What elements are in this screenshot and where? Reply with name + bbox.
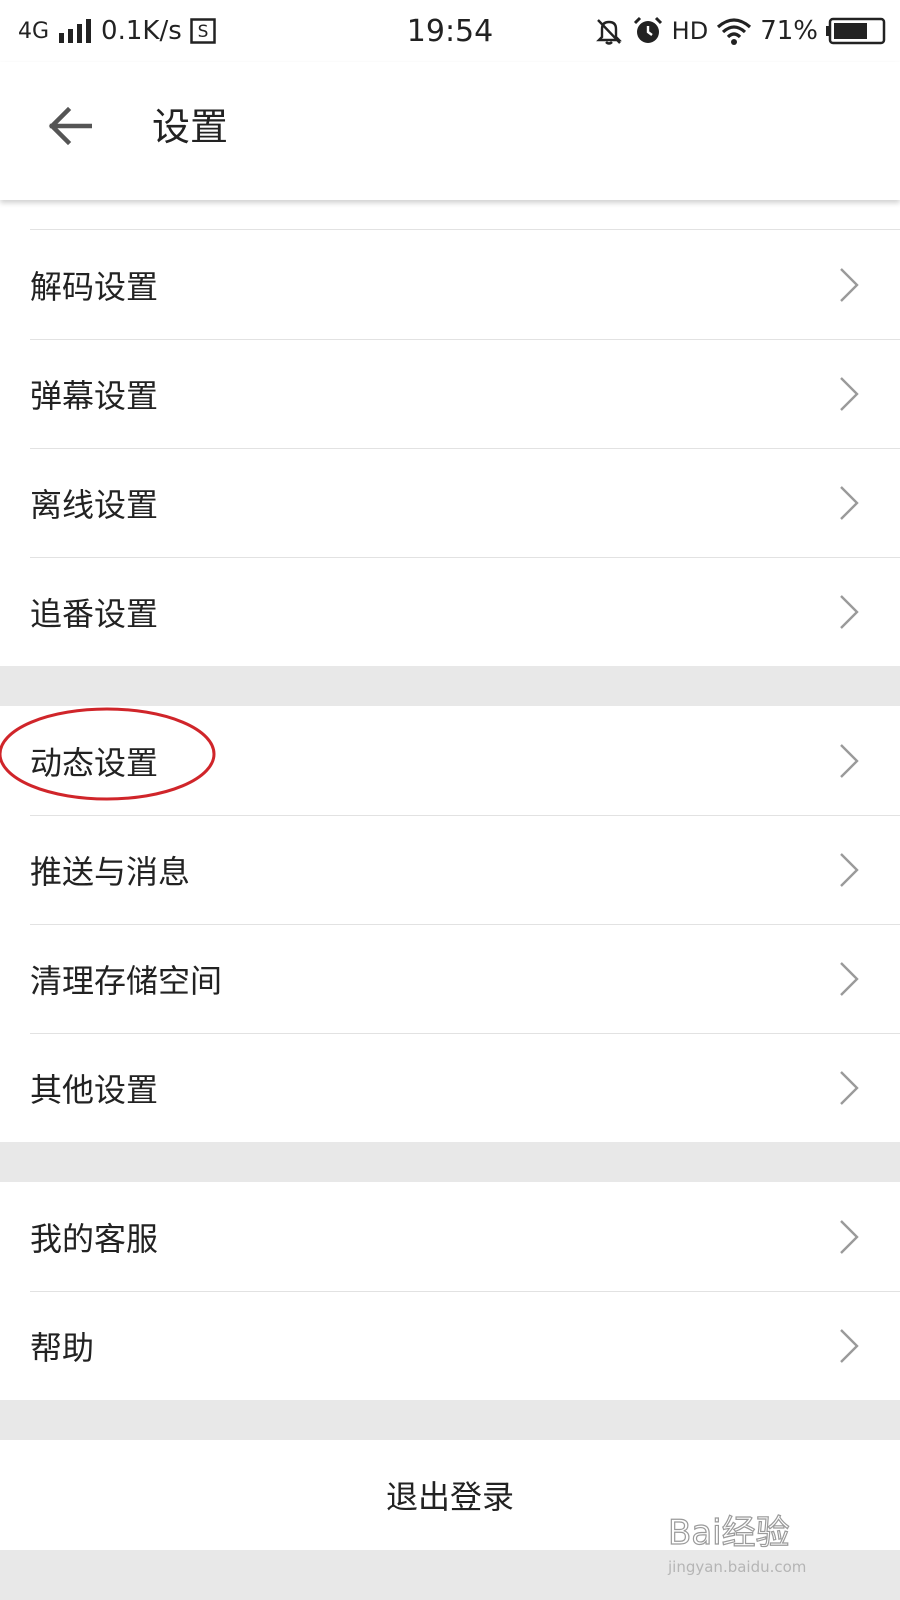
wifi-icon xyxy=(716,17,752,45)
chevron-right-icon xyxy=(840,485,859,520)
chevron-right-icon xyxy=(840,852,859,887)
chevron-right-icon xyxy=(840,743,859,778)
settings-group-2: 动态设置 推送与消息 清理存储空间 其他设置 xyxy=(0,706,900,1142)
settings-group-1: 解码设置 弹幕设置 离线设置 追番设置 xyxy=(0,200,900,666)
network-type: 4G xyxy=(18,18,50,44)
arrow-left-icon xyxy=(48,106,92,146)
settings-group-3: 我的客服 帮助 xyxy=(0,1182,900,1400)
setting-follow-anime[interactable]: 追番设置 xyxy=(0,557,900,666)
app-badge-letter: S xyxy=(197,22,208,42)
setting-offline[interactable]: 离线设置 xyxy=(0,448,900,557)
setting-decode[interactable]: 解码设置 xyxy=(0,230,900,339)
page-title: 设置 xyxy=(152,105,229,149)
logout-label: 退出登录 xyxy=(385,1478,514,1516)
bell-off-icon xyxy=(594,16,624,46)
setting-label: 其他设置 xyxy=(30,1070,159,1109)
status-right: HD 71% xyxy=(594,15,886,47)
setting-push-messages[interactable]: 推送与消息 xyxy=(0,815,900,924)
group-gap xyxy=(0,1142,900,1182)
setting-label: 离线设置 xyxy=(30,485,159,524)
setting-label: 推送与消息 xyxy=(30,852,191,891)
setting-help[interactable]: 帮助 xyxy=(0,1291,900,1400)
setting-label: 动态设置 xyxy=(30,743,159,782)
watermark-url: jingyan.baidu.com xyxy=(667,1558,806,1576)
back-button[interactable] xyxy=(40,94,100,158)
group-gap xyxy=(0,1400,900,1440)
chevron-right-icon xyxy=(840,1219,859,1254)
group-gap xyxy=(0,666,900,706)
alarm-icon xyxy=(632,15,664,47)
battery-percent: 71% xyxy=(760,16,818,46)
setting-label: 追番设置 xyxy=(30,594,159,633)
chevron-right-icon xyxy=(840,267,859,302)
setting-customer-service[interactable]: 我的客服 xyxy=(0,1182,900,1291)
setting-label: 帮助 xyxy=(30,1328,95,1367)
setting-label: 解码设置 xyxy=(30,267,159,306)
chevron-right-icon xyxy=(840,594,859,629)
setting-dynamic[interactable]: 动态设置 xyxy=(0,706,900,815)
network-speed: 0.1K/s xyxy=(101,16,182,46)
hd-indicator: HD xyxy=(671,17,709,45)
chevron-right-icon xyxy=(840,376,859,411)
setting-label: 弹幕设置 xyxy=(30,376,159,415)
battery-icon xyxy=(826,17,886,45)
setting-other[interactable]: 其他设置 xyxy=(0,1033,900,1142)
status-bar: 4G 0.1K/s S 19:54 HD 71% xyxy=(0,0,900,62)
status-left: 4G 0.1K/s S xyxy=(18,16,216,46)
logout-button[interactable]: 退出登录 xyxy=(0,1440,900,1550)
chevron-right-icon xyxy=(840,961,859,996)
setting-label: 清理存储空间 xyxy=(30,961,223,1000)
setting-label: 我的客服 xyxy=(30,1219,159,1258)
app-badge-icon: S xyxy=(190,18,216,44)
signal-icon xyxy=(57,19,93,43)
setting-clear-storage[interactable]: 清理存储空间 xyxy=(0,924,900,1033)
list-top-stub xyxy=(0,200,900,230)
settings-list: 解码设置 弹幕设置 离线设置 追番设置 动态设置 推送与消息 清理存储空间 其他… xyxy=(0,200,900,1550)
setting-danmaku[interactable]: 弹幕设置 xyxy=(0,339,900,448)
chevron-right-icon xyxy=(840,1070,859,1105)
app-bar: 设置 xyxy=(0,62,900,200)
chevron-right-icon xyxy=(840,1328,859,1363)
